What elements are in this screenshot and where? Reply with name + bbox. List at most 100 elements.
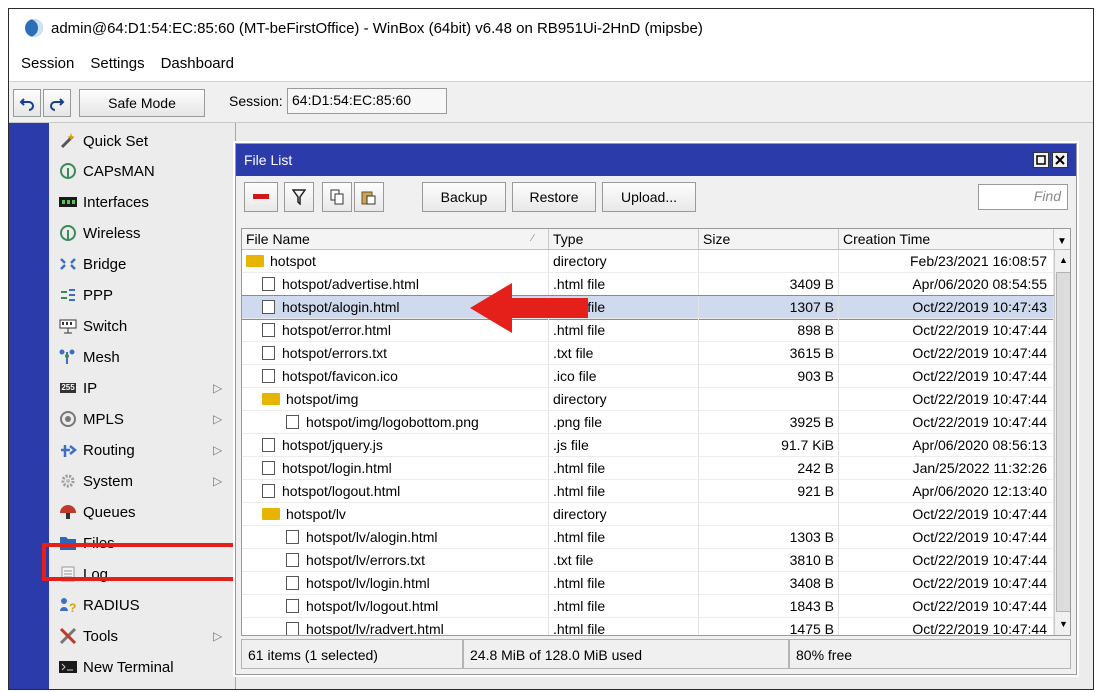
table-row[interactable]: hotspot/lv/logout.html .html file 1843 B… bbox=[242, 595, 1054, 618]
file-icon bbox=[262, 277, 275, 291]
submenu-arrow-icon: ▷ bbox=[213, 412, 223, 426]
radius-icon: ? bbox=[59, 596, 77, 614]
table-row-selected[interactable]: hotspot/alogin.html .html file 1307 B Oc… bbox=[242, 295, 1055, 320]
table-row[interactable]: hotspot/lv/alogin.html .html file 1303 B… bbox=[242, 526, 1054, 549]
table-row[interactable]: hotspot/error.html .html file 898 B Oct/… bbox=[242, 319, 1054, 342]
menu-settings[interactable]: Settings bbox=[82, 47, 152, 81]
cell-creation-time: Oct/22/2019 10:47:44 bbox=[839, 618, 1054, 635]
sidebar-item-system[interactable]: System ▷ bbox=[49, 466, 235, 496]
table-row[interactable]: hotspot/img/logobottom.png .png file 392… bbox=[242, 411, 1054, 434]
table-row[interactable]: hotspot/lv directory Oct/22/2019 10:47:4… bbox=[242, 503, 1054, 526]
sidebar-item-radius[interactable]: ? RADIUS bbox=[49, 590, 235, 620]
sidebar-item-interfaces[interactable]: Interfaces bbox=[49, 187, 235, 217]
sidebar-item-label: Interfaces bbox=[83, 193, 149, 211]
maximize-button[interactable] bbox=[1033, 152, 1049, 168]
table-row[interactable]: hotspot/lv/errors.txt .txt file 3810 B O… bbox=[242, 549, 1054, 572]
cell-file-name: hotspot bbox=[242, 250, 549, 273]
sidebar-item-switch[interactable]: Switch bbox=[49, 311, 235, 341]
vertical-scrollbar[interactable]: ▲ ▼ bbox=[1054, 250, 1070, 635]
redo-icon bbox=[50, 98, 65, 111]
column-header-size[interactable]: Size bbox=[699, 229, 839, 249]
sidebar-item-routing[interactable]: Routing ▷ bbox=[49, 435, 235, 465]
sidebar-item-wireless[interactable]: Wireless bbox=[49, 218, 235, 248]
sidebar-item-quick-set[interactable]: Quick Set bbox=[49, 126, 235, 156]
sidebar-item-capsman[interactable]: CAPsMAN bbox=[49, 156, 235, 186]
sidebar-item-ip[interactable]: 255 IP ▷ bbox=[49, 373, 235, 403]
column-chooser-button[interactable]: ▼ bbox=[1054, 229, 1070, 249]
table-row[interactable]: hotspot/logout.html .html file 921 B Apr… bbox=[242, 480, 1054, 503]
table-row[interactable]: hotspot/jquery.js .js file 91.7 KiB Apr/… bbox=[242, 434, 1054, 457]
sidebar-item-bridge[interactable]: Bridge bbox=[49, 249, 235, 279]
folder-icon bbox=[262, 508, 280, 520]
sidebar-item-ppp[interactable]: PPP bbox=[49, 280, 235, 310]
cell-size: 3810 B bbox=[699, 549, 839, 572]
remove-button[interactable] bbox=[244, 182, 278, 212]
filter-button[interactable] bbox=[284, 182, 314, 212]
file-list-title: File List bbox=[244, 152, 293, 168]
table-row[interactable]: hotspot/img directory Oct/22/2019 10:47:… bbox=[242, 388, 1054, 411]
column-header-file-name[interactable]: File Name ⁄ bbox=[242, 229, 549, 249]
session-field[interactable]: 64:D1:54:EC:85:60 bbox=[287, 88, 447, 114]
menu-session[interactable]: Session bbox=[9, 47, 82, 81]
svg-text:?: ? bbox=[69, 601, 76, 614]
close-button[interactable] bbox=[1052, 152, 1068, 168]
table-row[interactable]: hotspot/errors.txt .txt file 3615 B Oct/… bbox=[242, 342, 1054, 365]
undo-icon bbox=[19, 98, 34, 111]
cell-type: .txt file bbox=[549, 342, 699, 365]
main-toolbar: Safe Mode Session: 64:D1:54:EC:85:60 bbox=[9, 82, 1093, 123]
mpls-icon bbox=[59, 410, 77, 428]
antenna-icon bbox=[59, 162, 77, 180]
table-row[interactable]: hotspot/login.html .html file 242 B Jan/… bbox=[242, 457, 1054, 480]
undo-button[interactable] bbox=[13, 89, 41, 117]
backup-button[interactable]: Backup bbox=[422, 182, 506, 212]
table-row[interactable]: hotspot/lv/radvert.html .html file 1475 … bbox=[242, 618, 1054, 635]
restore-button[interactable]: Restore bbox=[512, 182, 596, 212]
file-name-text: hotspot/lv bbox=[286, 505, 346, 522]
file-name-text: hotspot/error.html bbox=[282, 321, 391, 338]
cell-file-name: hotspot/errors.txt bbox=[242, 342, 549, 365]
column-header-creation-time[interactable]: Creation Time bbox=[839, 229, 1054, 249]
column-header-type[interactable]: Type bbox=[549, 229, 699, 249]
cell-size: 1475 B bbox=[699, 618, 839, 635]
sidebar-item-new-terminal[interactable]: New Terminal bbox=[49, 652, 235, 682]
sidebar-item-label: Routing bbox=[83, 441, 135, 459]
paste-button[interactable] bbox=[354, 182, 384, 212]
cell-file-name: hotspot/logout.html bbox=[242, 480, 549, 503]
sidebar-item-tools[interactable]: Tools ▷ bbox=[49, 621, 235, 651]
queues-icon bbox=[59, 503, 77, 521]
file-icon bbox=[286, 553, 299, 567]
menu-dashboard[interactable]: Dashboard bbox=[153, 47, 242, 81]
redo-button[interactable] bbox=[43, 89, 71, 117]
ethernet-icon bbox=[59, 193, 77, 211]
file-list-titlebar[interactable]: File List bbox=[236, 144, 1076, 176]
copy-icon bbox=[330, 189, 344, 205]
scroll-up-button[interactable]: ▲ bbox=[1056, 250, 1070, 270]
table-row[interactable]: hotspot directory Feb/23/2021 16:08:57 bbox=[242, 250, 1054, 273]
sidebar-item-mpls[interactable]: MPLS ▷ bbox=[49, 404, 235, 434]
table-row[interactable]: hotspot/lv/login.html .html file 3408 B … bbox=[242, 572, 1054, 595]
cell-file-name: hotspot/favicon.ico bbox=[242, 365, 549, 388]
table-row[interactable]: hotspot/favicon.ico .ico file 903 B Oct/… bbox=[242, 365, 1054, 388]
sidebar-item-queues[interactable]: Queues bbox=[49, 497, 235, 527]
file-icon bbox=[286, 530, 299, 544]
file-name-text: hotspot/lv/logout.html bbox=[306, 597, 439, 614]
upload-button[interactable]: Upload... bbox=[602, 182, 696, 212]
cell-creation-time: Oct/22/2019 10:47:44 bbox=[839, 342, 1054, 365]
table-row[interactable]: hotspot/advertise.html .html file 3409 B… bbox=[242, 273, 1054, 296]
red-arrow-annotation-icon bbox=[470, 283, 588, 333]
scrollbar-thumb[interactable] bbox=[1056, 272, 1070, 612]
copy-button[interactable] bbox=[322, 182, 352, 212]
column-header-label: File Name bbox=[246, 231, 310, 247]
cell-type: .html file bbox=[549, 572, 699, 595]
ip-icon: 255 bbox=[59, 379, 77, 397]
file-icon bbox=[286, 599, 299, 613]
scroll-down-button[interactable]: ▼ bbox=[1056, 614, 1070, 634]
file-icon bbox=[262, 300, 275, 314]
cell-size bbox=[699, 250, 839, 273]
safe-mode-button[interactable]: Safe Mode bbox=[79, 89, 205, 117]
file-icon bbox=[262, 461, 275, 475]
sidebar-item-mesh[interactable]: Mesh bbox=[49, 342, 235, 372]
file-icon bbox=[262, 484, 275, 498]
find-input[interactable]: Find bbox=[978, 184, 1068, 210]
file-name-text: hotspot/favicon.ico bbox=[282, 367, 398, 384]
